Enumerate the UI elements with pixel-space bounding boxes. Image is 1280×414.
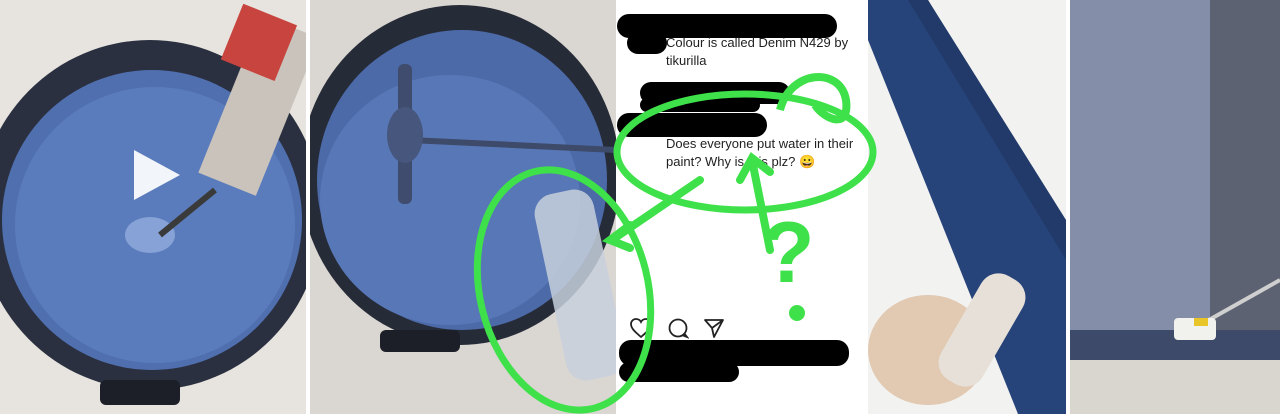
share-icon[interactable] bbox=[703, 317, 725, 339]
comment-text: Does everyone put water in their paint? … bbox=[666, 136, 854, 169]
comment-text: Colour is called Denim N429 by tikurilla bbox=[666, 35, 849, 68]
photo-cutting-in-brush bbox=[868, 0, 1066, 414]
photo-pouring-water bbox=[310, 0, 616, 414]
heart-icon[interactable] bbox=[629, 317, 653, 339]
redacted-meta bbox=[640, 98, 760, 112]
photo-paint-mixing-drill bbox=[0, 0, 306, 414]
redacted-avatar bbox=[627, 32, 667, 54]
photo-roller-wall bbox=[1070, 0, 1280, 414]
redacted-username bbox=[617, 113, 767, 137]
redacted-caption bbox=[619, 362, 739, 382]
play-icon[interactable] bbox=[128, 146, 184, 204]
comment-icon[interactable] bbox=[667, 317, 689, 339]
